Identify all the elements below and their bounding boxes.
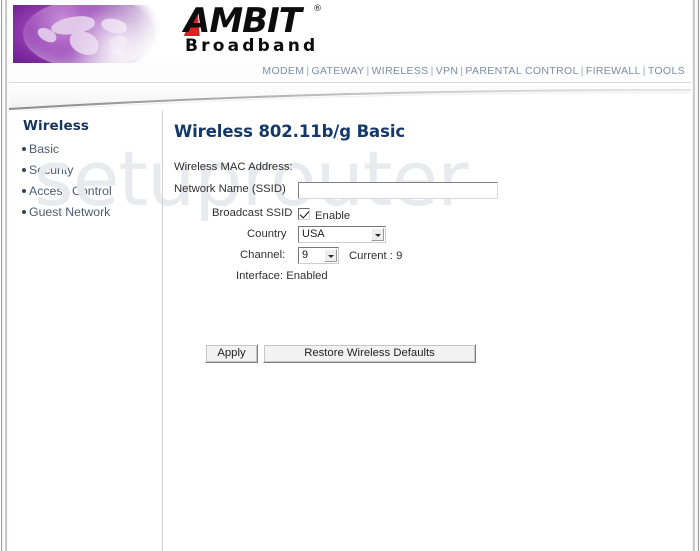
interface-status-text: Interface: Enabled — [236, 270, 328, 282]
restore-wireless-defaults-button[interactable]: Restore Wireless Defaults — [263, 344, 476, 363]
form-row-channel: Channel: 9 Current : 9 — [163, 247, 691, 268]
brand-name: AMBIT — [184, 1, 302, 41]
brand-tagline: Broadband — [185, 36, 319, 56]
window-left-edge — [0, 0, 9, 551]
sidebar-item-access-control[interactable]: Access Control — [22, 183, 158, 199]
site-banner: AMBIT ® Broadband — [9, 0, 691, 63]
country-select[interactable]: USA — [298, 226, 386, 244]
nav-item-parental-control[interactable]: PARENTAL CONTROL — [465, 65, 578, 77]
channel-selected-value: 9 — [302, 249, 309, 262]
chevron-down-icon[interactable] — [324, 249, 337, 263]
nav-separator: | — [580, 65, 584, 77]
globe-icon — [13, 5, 167, 63]
nav-separator: | — [366, 65, 370, 77]
mac-address-label: Wireless MAC Address: — [174, 161, 293, 173]
browser-page: AMBIT ® Broadband MODEM | GATEWAY | WIRELESS… — [0, 0, 700, 551]
page-title: Wireless 802.11b/g Basic — [174, 122, 406, 141]
nav-separator: | — [430, 65, 434, 77]
bullet-icon — [22, 188, 26, 193]
form-row-country: Country USA — [163, 226, 691, 247]
sidebar: Wireless Basic Security Access Control G… — [16, 118, 158, 225]
nav-separator: | — [642, 65, 646, 77]
broadcast-ssid-checkbox[interactable] — [298, 207, 310, 220]
broadcast-ssid-enable-label: Enable — [315, 210, 351, 222]
ambit-logo: AMBIT ® Broadband — [181, 3, 401, 61]
wireless-basic-form: Wireless MAC Address: Network Name (SSID… — [163, 159, 691, 363]
nav-item-gateway[interactable]: GATEWAY — [311, 65, 364, 77]
header-swoosh-divider — [9, 81, 691, 111]
sidebar-title: Wireless — [23, 118, 89, 134]
sidebar-item-label[interactable]: Guest Network — [29, 205, 110, 219]
main-content: Wireless 802.11b/g Basic Wireless MAC Ad… — [163, 111, 691, 551]
sidebar-item-basic[interactable]: Basic — [22, 141, 158, 157]
sidebar-item-label[interactable]: Security — [29, 163, 73, 177]
chevron-down-icon[interactable] — [371, 228, 384, 242]
nav-item-modem[interactable]: MODEM — [262, 65, 304, 77]
nav-item-wireless[interactable]: WIRELESS — [372, 65, 429, 77]
sidebar-item-guest-network[interactable]: Guest Network — [22, 204, 158, 220]
bullet-icon — [22, 146, 26, 151]
main-navigation: MODEM | GATEWAY | WIRELESS | VPN | PARENTAL CONT… — [9, 63, 691, 81]
registered-trademark-icon: ® — [313, 4, 322, 14]
channel-select[interactable]: 9 — [298, 247, 339, 265]
form-row-mac-address: Wireless MAC Address: — [163, 159, 691, 181]
bullet-icon — [22, 167, 26, 172]
form-row-ssid: Network Name (SSID) — [163, 181, 691, 205]
sidebar-item-label[interactable]: Basic — [29, 142, 59, 156]
ssid-input[interactable] — [298, 181, 498, 199]
country-selected-value: USA — [302, 228, 325, 241]
sidebar-item-label[interactable]: Access Control — [29, 184, 112, 198]
nav-item-tools[interactable]: TOOLS — [648, 65, 685, 77]
form-row-interface: Interface: Enabled — [163, 268, 691, 289]
nav-item-vpn[interactable]: VPN — [436, 65, 459, 77]
window-right-edge — [691, 0, 700, 551]
nav-item-firewall[interactable]: FIREWALL — [586, 65, 641, 77]
apply-button[interactable]: Apply — [205, 344, 258, 363]
form-row-broadcast-ssid: Broadcast SSID Enable — [163, 205, 691, 226]
current-channel-text: Current : 9 — [349, 249, 403, 262]
sidebar-item-security[interactable]: Security — [22, 162, 158, 178]
swoosh-graphic — [9, 81, 691, 111]
bullet-icon — [22, 209, 26, 214]
